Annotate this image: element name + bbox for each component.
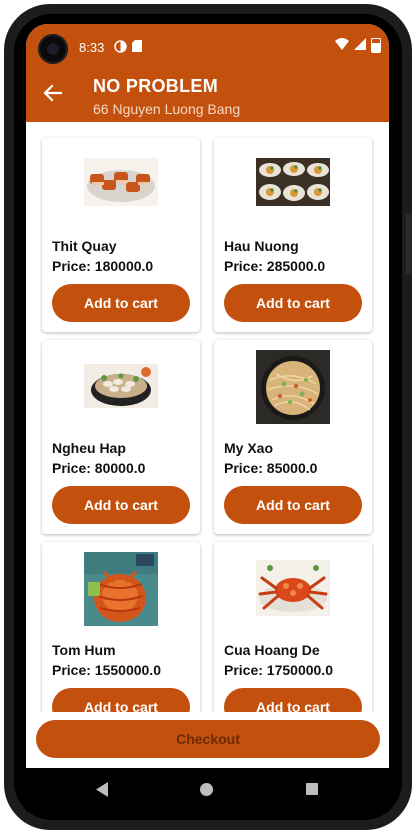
product-price: Price: 80000.0 [52,460,146,476]
checkout-button[interactable]: Checkout [36,720,380,758]
restaurant-address: 66 Nguyen Luong Bang [93,101,241,117]
product-price: Price: 180000.0 [52,258,154,274]
product-price: Price: 85000.0 [224,460,318,476]
system-icons [335,38,381,53]
product-image [84,552,158,626]
product-card: Cua Hoang De Price: 1750000.0 Add to car… [214,542,372,712]
product-grid[interactable]: Thit Quay Price: 180000.0 Add to cart Ha… [26,122,389,712]
product-image [84,364,158,408]
product-price: Price: 1550000.0 [52,662,161,678]
front-camera [38,34,68,64]
product-card: Hau Nuong Price: 285000.0 Add to cart [214,138,372,332]
add-to-cart-button[interactable]: Add to cart [52,284,190,322]
product-name: Hau Nuong [224,238,299,254]
sd-card-icon [132,40,142,55]
product-image [256,350,330,424]
product-price: Price: 285000.0 [224,258,326,274]
app-toolbar: NO PROBLEM 66 Nguyen Luong Bang [26,68,389,122]
product-card: Ngheu Hap Price: 80000.0 Add to cart [42,340,200,534]
signal-icon [354,38,366,53]
nav-back-icon[interactable] [96,782,109,802]
power-button [406,214,412,274]
battery-icon [371,38,381,53]
product-name: Ngheu Hap [52,440,126,456]
restaurant-name: NO PROBLEM [93,76,219,96]
product-image [256,560,330,616]
back-arrow-icon[interactable] [42,82,64,104]
add-to-cart-button[interactable]: Add to cart [224,284,362,322]
product-name: Cua Hoang De [224,642,320,658]
product-name: Tom Hum [52,642,116,658]
product-image [256,158,330,206]
product-name: Thit Quay [52,238,117,254]
app-screen: 8:33 NO PROBLEM 66 Nguyen Luong Bang Thi… [26,24,389,768]
notification-icon [114,40,127,56]
add-to-cart-button[interactable]: Add to cart [224,486,362,524]
status-time: 8:33 [79,40,105,55]
product-price: Price: 1750000.0 [224,662,333,678]
product-card: Tom Hum Price: 1550000.0 Add to cart [42,542,200,712]
nav-home-icon[interactable] [200,783,213,796]
system-nav-bar [26,768,389,812]
add-to-cart-button[interactable]: Add to cart [52,688,190,712]
wifi-icon [335,38,349,53]
add-to-cart-button[interactable]: Add to cart [52,486,190,524]
product-card: My Xao Price: 85000.0 Add to cart [214,340,372,534]
nav-recents-icon[interactable] [306,783,318,795]
product-card: Thit Quay Price: 180000.0 Add to cart [42,138,200,332]
status-bar: 8:33 [26,24,389,68]
product-name: My Xao [224,440,274,456]
add-to-cart-button[interactable]: Add to cart [224,688,362,712]
product-image [84,158,158,206]
